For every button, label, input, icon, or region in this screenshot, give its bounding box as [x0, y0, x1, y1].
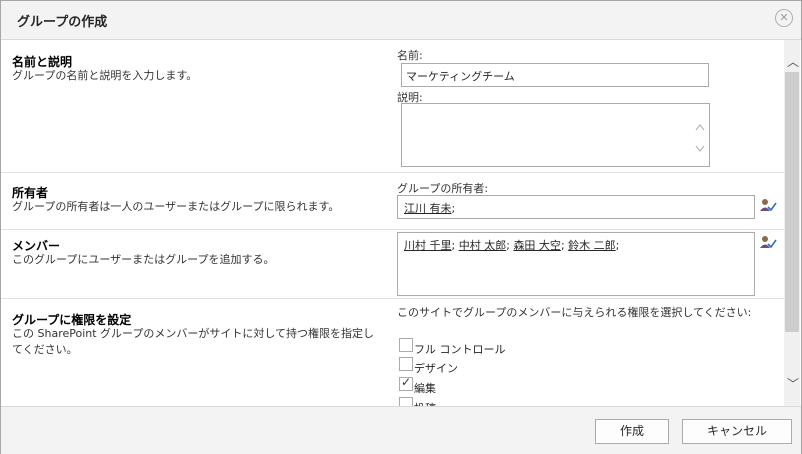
check-names-icon[interactable] [759, 234, 777, 250]
member-separator: ; [506, 239, 510, 252]
dialog-titlebar: グループの作成 ✕ [1, 1, 801, 40]
name-label: 名前: [397, 49, 423, 62]
dialog-footer: 作成 キャンセル [1, 406, 801, 454]
owner-section-description: グループの所有者は一人のユーザーまたはグループに限られます。 [12, 200, 340, 213]
scroll-up-icon[interactable]: ︿ [787, 56, 799, 68]
check-names-icon[interactable] [759, 197, 777, 213]
member-person[interactable]: 森田 大空 [513, 239, 561, 252]
scrollbar-thumb[interactable] [785, 72, 799, 332]
name-section: 名前と説明 グループの名前と説明を入力します。 名前: マーケティングチーム 説… [1, 40, 785, 172]
textarea-scroll-arrows-icon [695, 124, 705, 152]
edit-label: 編集 [414, 382, 436, 395]
name-section-description: グループの名前と説明を入力します。 [12, 69, 198, 82]
permissions-section: グループに権限を設定 この SharePoint グループのメンバーがサイトに対… [1, 298, 785, 406]
scroll-down-icon[interactable]: ﹀ [787, 378, 799, 390]
design-label: デザイン [414, 362, 458, 375]
dialog-body: 名前と説明 グループの名前と説明を入力します。 名前: マーケティングチーム 説… [1, 40, 785, 406]
owner-field-label: グループの所有者: [397, 182, 489, 195]
group-name-value: マーケティングチーム [406, 70, 515, 83]
dialog-title: グループの作成 [17, 15, 108, 30]
permissions-instruction: このサイトでグループのメンバーに与えられる権限を選択してください: [397, 306, 752, 319]
create-button[interactable]: 作成 [595, 419, 669, 444]
member-entries: 川村 千里; 中村 太郎; 森田 大空; 鈴木 二郎; [404, 237, 619, 253]
member-separator: ; [560, 239, 565, 252]
permissions-section-description: この SharePoint グループのメンバーがサイトに対して持つ権限を指定して… [12, 327, 375, 356]
owner-section: 所有者 グループの所有者は一人のユーザーまたはグループに限られます。 グループの… [1, 172, 785, 230]
group-description-textarea[interactable] [401, 103, 710, 167]
full-control-label: フル コントロール [414, 343, 506, 356]
owner-people-picker[interactable]: 江川 有未; [397, 195, 755, 219]
owner-separator: ; [451, 202, 456, 215]
member-person[interactable]: 川村 千里 [404, 239, 452, 252]
textarea-scrollbar[interactable] [693, 106, 707, 164]
member-person[interactable]: 中村 太郎 [459, 239, 507, 252]
member-separator: ; [451, 239, 456, 252]
close-icon[interactable]: ✕ [775, 9, 793, 27]
owner-person[interactable]: 江川 有未 [404, 202, 452, 215]
group-name-input[interactable]: マーケティングチーム [401, 63, 709, 87]
full-control-checkbox[interactable] [399, 338, 413, 352]
members-section-description: このグループにユーザーまたはグループを追加する。 [12, 253, 275, 266]
members-section: メンバー このグループにユーザーまたはグループを追加する。 川村 千里; 中村 … [1, 229, 785, 299]
contribute-checkbox[interactable] [399, 397, 413, 406]
member-separator: ; [615, 239, 620, 252]
owner-entries: 江川 有未; [404, 200, 455, 216]
cancel-button[interactable]: キャンセル [682, 419, 792, 444]
edit-checkbox[interactable]: ✓ [399, 375, 413, 391]
members-people-picker[interactable]: 川村 千里; 中村 太郎; 森田 大空; 鈴木 二郎; [397, 232, 755, 296]
checkmark-icon: ✓ [401, 375, 412, 389]
member-person[interactable]: 鈴木 二郎 [568, 239, 616, 252]
dialog-scrollbar[interactable]: ︿ ﹀ [784, 40, 800, 406]
create-group-dialog: グループの作成 ✕ 名前と説明 グループの名前と説明を入力します。 名前: マー… [0, 0, 802, 454]
design-checkbox[interactable] [399, 357, 413, 371]
